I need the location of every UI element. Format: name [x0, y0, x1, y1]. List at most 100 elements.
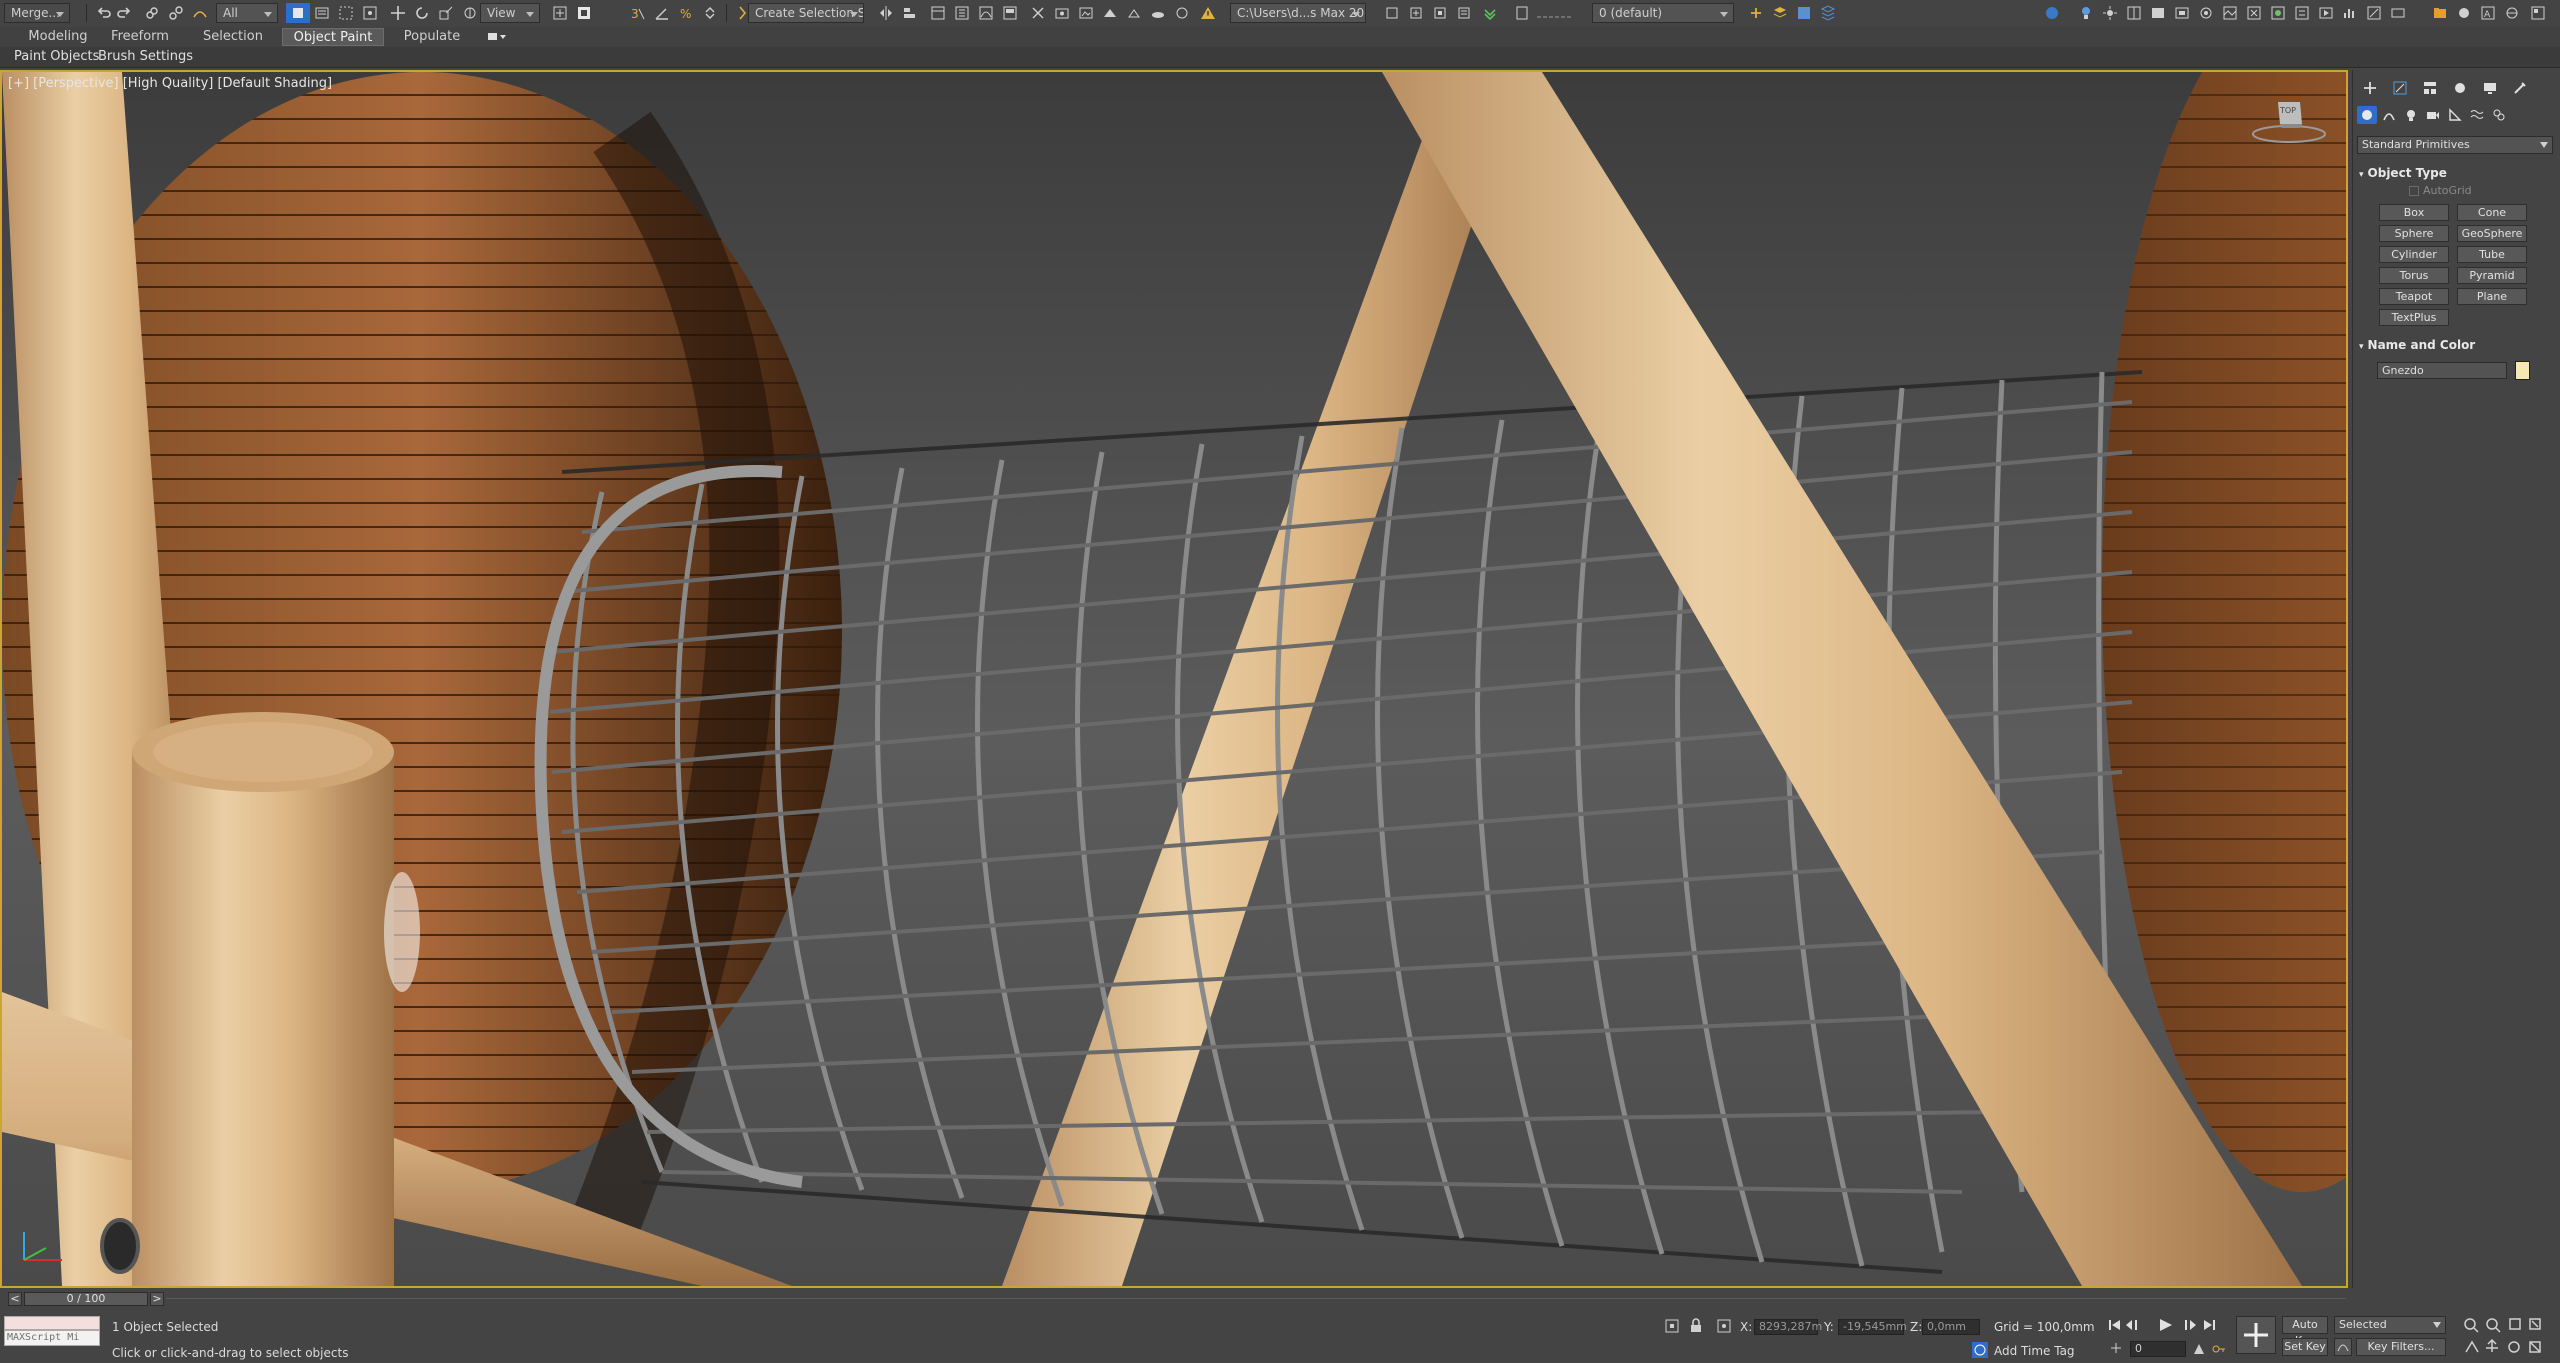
- paint-objects-item[interactable]: Paint Objects: [14, 48, 99, 66]
- key-mode-icon[interactable]: [2192, 1342, 2206, 1356]
- lights-icon[interactable]: [2401, 106, 2421, 124]
- viewport-layout-icon[interactable]: [2122, 3, 2146, 23]
- effects-icon[interactable]: [2242, 3, 2266, 23]
- render-production-icon[interactable]: [1098, 3, 1122, 23]
- create-tab-icon[interactable]: [2359, 78, 2381, 98]
- render-online-icon[interactable]: [1170, 3, 1194, 23]
- layer-add-selected-icon[interactable]: [1792, 3, 1816, 23]
- schematic-view-icon[interactable]: [998, 3, 1022, 23]
- layer-visibility-icon[interactable]: [1530, 3, 1580, 23]
- new-layer-icon[interactable]: [1744, 3, 1768, 23]
- select-by-name-icon[interactable]: [310, 3, 334, 23]
- maxscript-listener-output[interactable]: [4, 1316, 100, 1330]
- utilities-tab-icon[interactable]: [2509, 78, 2531, 98]
- scene-converter-icon[interactable]: [2362, 3, 2386, 23]
- render-iterative-icon[interactable]: [1122, 3, 1146, 23]
- tab-populate[interactable]: Populate: [396, 28, 468, 46]
- time-config-icon[interactable]: [2110, 1342, 2122, 1354]
- layer-copy-icon[interactable]: [1816, 3, 1840, 23]
- helpers-icon[interactable]: [2445, 106, 2465, 124]
- pyramid-button[interactable]: Pyramid: [2457, 267, 2527, 284]
- sun-icon[interactable]: [2098, 3, 2122, 23]
- geosphere-button[interactable]: GeoSphere: [2457, 225, 2527, 242]
- tab-object-paint[interactable]: Object Paint: [282, 28, 384, 46]
- sphere-button[interactable]: Sphere: [2379, 225, 2449, 242]
- name-and-color-rollout[interactable]: ▾ Name and Color: [2359, 338, 2475, 354]
- tube-button[interactable]: Tube: [2457, 246, 2527, 263]
- autogrid-checkbox[interactable]: AutoGrid: [2409, 184, 2472, 197]
- selection-filter-dropdown[interactable]: All: [216, 3, 278, 23]
- key-set-dropdown[interactable]: Selected: [2334, 1316, 2446, 1334]
- systems-icon[interactable]: [2489, 106, 2509, 124]
- selection-lock-icon[interactable]: [1688, 1318, 1704, 1334]
- cylinder-button[interactable]: Cylinder: [2379, 246, 2449, 263]
- scale-icon[interactable]: [434, 3, 458, 23]
- viewcube[interactable]: TOP: [2250, 94, 2328, 154]
- default-in-out-icon[interactable]: [2334, 1338, 2352, 1356]
- rect-region-icon[interactable]: [334, 3, 358, 23]
- time-prev-button[interactable]: <: [8, 1292, 22, 1306]
- project-path-dropdown[interactable]: C:\Users\d...s Max 2020: [1230, 3, 1366, 23]
- layer-properties-icon[interactable]: [1452, 3, 1476, 23]
- perspective-viewport[interactable]: [+] [Perspective] [High Quality] [Defaul…: [0, 70, 2348, 1288]
- rotate-icon[interactable]: [410, 3, 434, 23]
- display-tab-icon[interactable]: [2479, 78, 2501, 98]
- render-cloud-icon[interactable]: [1146, 3, 1170, 23]
- time-slider[interactable]: 0 / 100: [24, 1292, 148, 1306]
- maxscript-listener-input[interactable]: MAXScript Mi: [4, 1330, 100, 1346]
- environment-icon[interactable]: [2218, 3, 2242, 23]
- set-key-button[interactable]: Set Key: [2282, 1338, 2328, 1356]
- viewport-config-icon[interactable]: [2386, 3, 2410, 23]
- render-region-icon[interactable]: [2170, 3, 2194, 23]
- render-setup-icon[interactable]: [1050, 3, 1074, 23]
- modify-tab-icon[interactable]: [2389, 78, 2411, 98]
- merge-button[interactable]: Merge...: [4, 3, 70, 23]
- category-dropdown[interactable]: Standard Primitives: [2357, 136, 2553, 154]
- torus-button[interactable]: Torus: [2379, 267, 2449, 284]
- create-layer-icon[interactable]: [1380, 3, 1404, 23]
- shapes-icon[interactable]: [2379, 106, 2399, 124]
- layer-stack-icon[interactable]: [1768, 3, 1792, 23]
- space-warps-icon[interactable]: [2467, 106, 2487, 124]
- warning-icon[interactable]: [1196, 3, 1220, 23]
- move-icon[interactable]: [386, 3, 410, 23]
- layer-dropdown[interactable]: 0 (default): [1592, 3, 1734, 23]
- y-coordinate-field[interactable]: -19,545mm: [1838, 1319, 1907, 1335]
- tab-selection[interactable]: Selection: [190, 28, 276, 46]
- tab-freeform[interactable]: Freeform: [100, 28, 180, 46]
- rendered-frame-window-icon[interactable]: [2040, 3, 2064, 23]
- box-button[interactable]: Box: [2379, 204, 2449, 221]
- percent-snap-icon[interactable]: %: [674, 3, 698, 23]
- redo-icon[interactable]: [112, 3, 136, 23]
- object-name-input[interactable]: Gnezdo: [2377, 362, 2507, 379]
- keyboard-shortcut-icon[interactable]: [572, 3, 596, 23]
- isolate-icon[interactable]: [1478, 3, 1502, 23]
- align-icon[interactable]: [898, 3, 922, 23]
- plane-button[interactable]: Plane: [2457, 288, 2527, 305]
- viewport-label[interactable]: [+] [Perspective] [High Quality] [Defaul…: [8, 76, 332, 91]
- time-next-button[interactable]: >: [150, 1292, 164, 1306]
- auto-key-button[interactable]: Auto Key: [2282, 1316, 2328, 1347]
- timeline-track[interactable]: [166, 1298, 2346, 1299]
- shading-icon[interactable]: [2452, 3, 2476, 23]
- select-manipulate-icon[interactable]: [458, 3, 482, 23]
- named-selection-dropdown[interactable]: Create Selection Se: [748, 3, 864, 23]
- bind-space-warp-icon[interactable]: [188, 3, 212, 23]
- object-color-swatch[interactable]: [2515, 361, 2530, 380]
- cone-button[interactable]: Cone: [2457, 204, 2527, 221]
- statistics-icon[interactable]: [2338, 3, 2362, 23]
- pivot-center-icon[interactable]: [548, 3, 572, 23]
- geometry-icon[interactable]: [2357, 106, 2377, 124]
- isolate-selection-icon[interactable]: [1664, 1318, 1680, 1334]
- key-filters-button[interactable]: Key Filters...: [2356, 1338, 2446, 1356]
- set-key-big-button[interactable]: [2236, 1316, 2276, 1354]
- arnold-icon[interactable]: A: [2476, 3, 2500, 23]
- add-time-tag[interactable]: Add Time Tag: [1994, 1344, 2075, 1358]
- civil-view-icon[interactable]: [2500, 3, 2524, 23]
- toggle-scene-explorer-icon[interactable]: [926, 3, 950, 23]
- snap-3d-icon[interactable]: 3: [626, 3, 650, 23]
- select-layer-icon[interactable]: [1428, 3, 1452, 23]
- teapot-button[interactable]: Teapot: [2379, 288, 2449, 305]
- unlink-icon[interactable]: [164, 3, 188, 23]
- z-coordinate-field[interactable]: 0,0mm: [1922, 1319, 1980, 1335]
